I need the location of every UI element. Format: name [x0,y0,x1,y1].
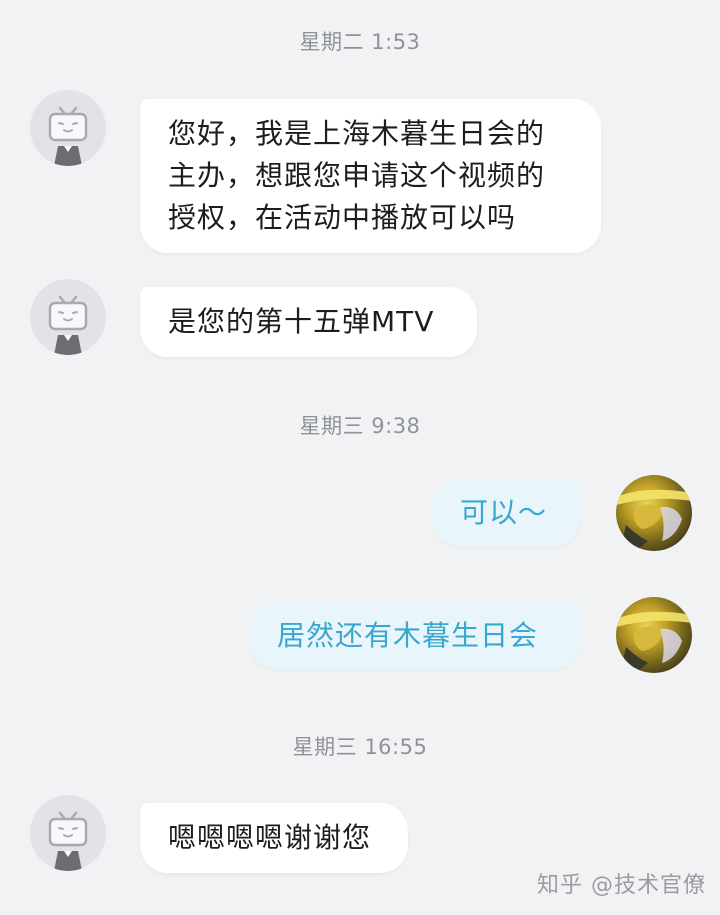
message-bubble-incoming[interactable]: 您好，我是上海木暮生日会的主办，想跟您申请这个视频的授权，在活动中播放可以吗 [140,99,601,253]
message-bubble-incoming[interactable]: 嗯嗯嗯嗯谢谢您 [140,803,408,873]
message-bubble-outgoing[interactable]: 可以～ [432,480,580,546]
message-bubble-outgoing[interactable]: 居然还有木暮生日会 [249,603,580,669]
watermark: 知乎 @技术官僚 [537,873,706,898]
bilibili-avatar-icon[interactable] [30,279,106,355]
timestamp: 星期二 1:53 [299,30,421,54]
timestamp: 星期三 9:38 [299,414,421,438]
message-bubble-incoming[interactable]: 是您的第十五弹MTV [140,287,477,357]
bilibili-avatar-icon[interactable] [30,90,106,166]
timestamp: 星期三 16:55 [292,735,428,759]
user-avatar-icon[interactable] [616,475,692,551]
bilibili-avatar-icon[interactable] [30,795,106,871]
user-avatar-icon[interactable] [616,597,692,673]
chat-thread[interactable]: 星期二 1:53 您好，我是上海木暮生日会的主办，想跟您申请这个视频的授权，在活… [0,0,720,915]
